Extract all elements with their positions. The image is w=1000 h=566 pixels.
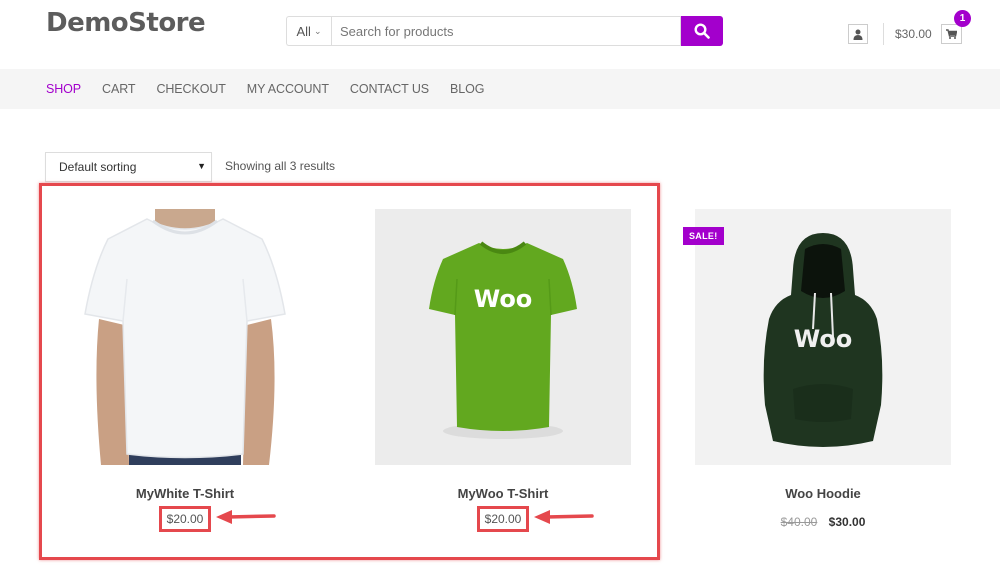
green-tshirt-image: Woo [429,241,577,439]
chevron-down-icon: ⌄ [313,25,322,36]
nav-item-checkout[interactable]: CHECKOUT [156,82,225,96]
user-icon [853,29,863,40]
result-count: Showing all 3 results [225,159,336,173]
nav-item-contact-us[interactable]: CONTACT US [350,82,429,96]
product-card[interactable]: SALE! Woo Woo Hoodie $40.00 $30.00 [683,209,951,531]
product-price: $40.00 $30.00 [781,515,866,529]
search-category-select[interactable]: All ⌄ [286,16,331,46]
my-account-button[interactable] [848,24,868,44]
cart-button[interactable] [941,24,962,44]
product-image[interactable]: Woo [375,209,631,465]
product-title[interactable]: MyWoo T-Shirt [375,486,631,501]
product-card[interactable]: MyWhite T-Shirt $20.00 [57,209,313,532]
white-tshirt-image [84,209,286,465]
dropdown-arrow-icon: ▼ [197,161,206,171]
svg-text:Woo: Woo [794,325,853,353]
annotation-arrow-icon [534,510,594,524]
search-button[interactable] [681,16,723,46]
hoodie-image: Woo [763,233,883,447]
search-icon [694,23,710,39]
site-logo[interactable]: DemoStore [46,8,206,38]
search-input[interactable] [331,16,681,46]
search-category-label: All [296,23,311,39]
cart-icon [946,29,957,39]
nav-item-my-account[interactable]: MY ACCOUNT [247,82,329,96]
sale-badge: SALE! [683,227,724,245]
site-header: DemoStore All ⌄ $30.00 1 [0,0,1000,69]
sale-price: $30.00 [828,515,866,529]
header-divider [883,23,884,45]
product-title[interactable]: MyWhite T-Shirt [57,486,313,501]
nav-item-cart[interactable]: CART [102,82,136,96]
annotation-arrow-icon [216,510,276,524]
sorting-select[interactable]: Default sorting ▼ [45,152,212,182]
sorting-label: Default sorting [59,160,137,174]
product-price: $20.00 [476,506,530,532]
regular-price: $40.00 [780,515,818,529]
product-price: $20.00 [158,506,212,532]
cart-total[interactable]: $30.00 [895,27,932,41]
svg-text:Woo: Woo [474,285,533,313]
cart-count-badge: 1 [954,10,971,27]
product-search: All ⌄ [286,16,723,46]
nav-item-blog[interactable]: BLOG [450,82,484,96]
product-title[interactable]: Woo Hoodie [695,486,951,501]
product-card[interactable]: Woo MyWoo T-Shirt $20.00 [375,209,631,532]
product-image[interactable]: SALE! Woo [683,209,951,465]
product-image[interactable] [57,209,313,465]
nav-item-shop[interactable]: SHOP [46,82,81,96]
main-nav: SHOP CART CHECKOUT MY ACCOUNT CONTACT US… [0,69,1000,109]
